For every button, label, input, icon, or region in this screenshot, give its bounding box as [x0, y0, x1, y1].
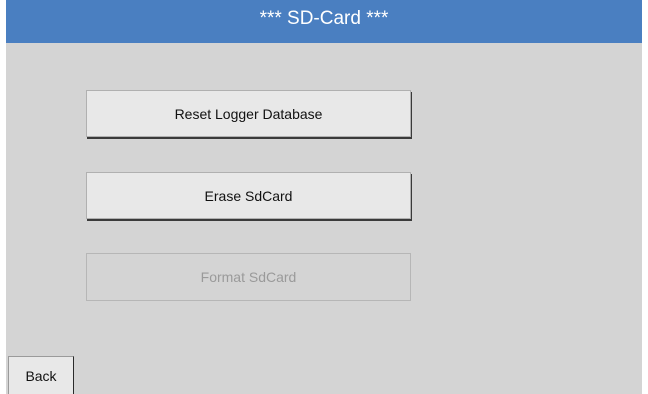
sd-card-screen: *** SD-Card *** Reset Logger Database Er…	[6, 0, 642, 394]
reset-logger-database-button[interactable]: Reset Logger Database	[86, 90, 411, 137]
back-button[interactable]: Back	[8, 356, 74, 394]
format-sdcard-button: Format SdCard	[86, 253, 411, 301]
erase-sdcard-button[interactable]: Erase SdCard	[86, 172, 411, 219]
page-title: *** SD-Card ***	[6, 0, 642, 43]
